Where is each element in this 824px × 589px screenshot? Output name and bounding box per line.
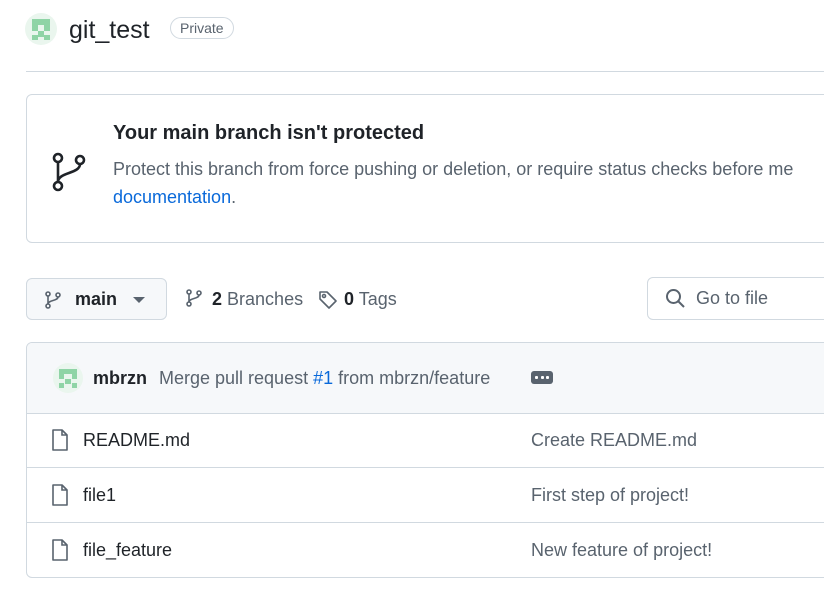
banner-link-row: documentation. [113, 184, 236, 211]
author-avatar[interactable] [53, 363, 83, 393]
file-name-link[interactable]: file_feature [83, 538, 172, 562]
expand-commit-ellipsis-icon[interactable] [531, 371, 553, 384]
banner-trailing: . [231, 187, 237, 207]
commit-author[interactable]: mbrzn [93, 366, 147, 390]
branches-link[interactable]: 2 Branches [212, 288, 303, 310]
file-name-link[interactable]: README.md [83, 428, 190, 452]
file-commit-message[interactable]: First step of project! [531, 483, 689, 507]
file-icon [52, 539, 68, 561]
file-icon [52, 429, 68, 451]
repo-name[interactable]: git_test [69, 14, 150, 46]
search-icon [666, 289, 685, 308]
file-icon [52, 484, 68, 506]
git-branch-icon [186, 289, 202, 307]
visibility-badge: Private [170, 17, 234, 39]
pull-request-link[interactable]: #1 [313, 368, 333, 388]
branches-label: Branches [227, 289, 304, 309]
banner-description: Protect this branch from force pushing o… [113, 159, 794, 179]
documentation-link[interactable]: documentation [113, 187, 231, 207]
commit-message: Merge pull request #1 from mbrzn/feature [159, 366, 490, 390]
file-commit-message[interactable]: Create README.md [531, 428, 697, 452]
chevron-down-icon [133, 297, 145, 303]
commit-message-prefix[interactable]: Merge pull request [159, 368, 308, 388]
tags-label: Tags [358, 289, 397, 309]
row-divider [27, 522, 824, 523]
commit-message-suffix[interactable]: from mbrzn/feature [338, 368, 490, 388]
header-divider [26, 71, 824, 72]
repo-avatar [25, 13, 57, 45]
file-commit-message[interactable]: New feature of project! [531, 538, 712, 562]
go-to-file-input[interactable] [696, 286, 822, 310]
git-branch-icon [52, 152, 86, 192]
row-divider [27, 467, 824, 468]
branches-count: 2 [212, 289, 223, 309]
current-branch-label: main [75, 289, 118, 309]
tags-link[interactable]: 0 Tags [344, 288, 397, 310]
file-name-link[interactable]: file1 [83, 483, 116, 507]
tags-count: 0 [344, 289, 355, 309]
git-branch-icon [45, 291, 61, 309]
banner-title: Your main branch isn't protected [113, 122, 425, 144]
tag-icon [319, 291, 337, 309]
